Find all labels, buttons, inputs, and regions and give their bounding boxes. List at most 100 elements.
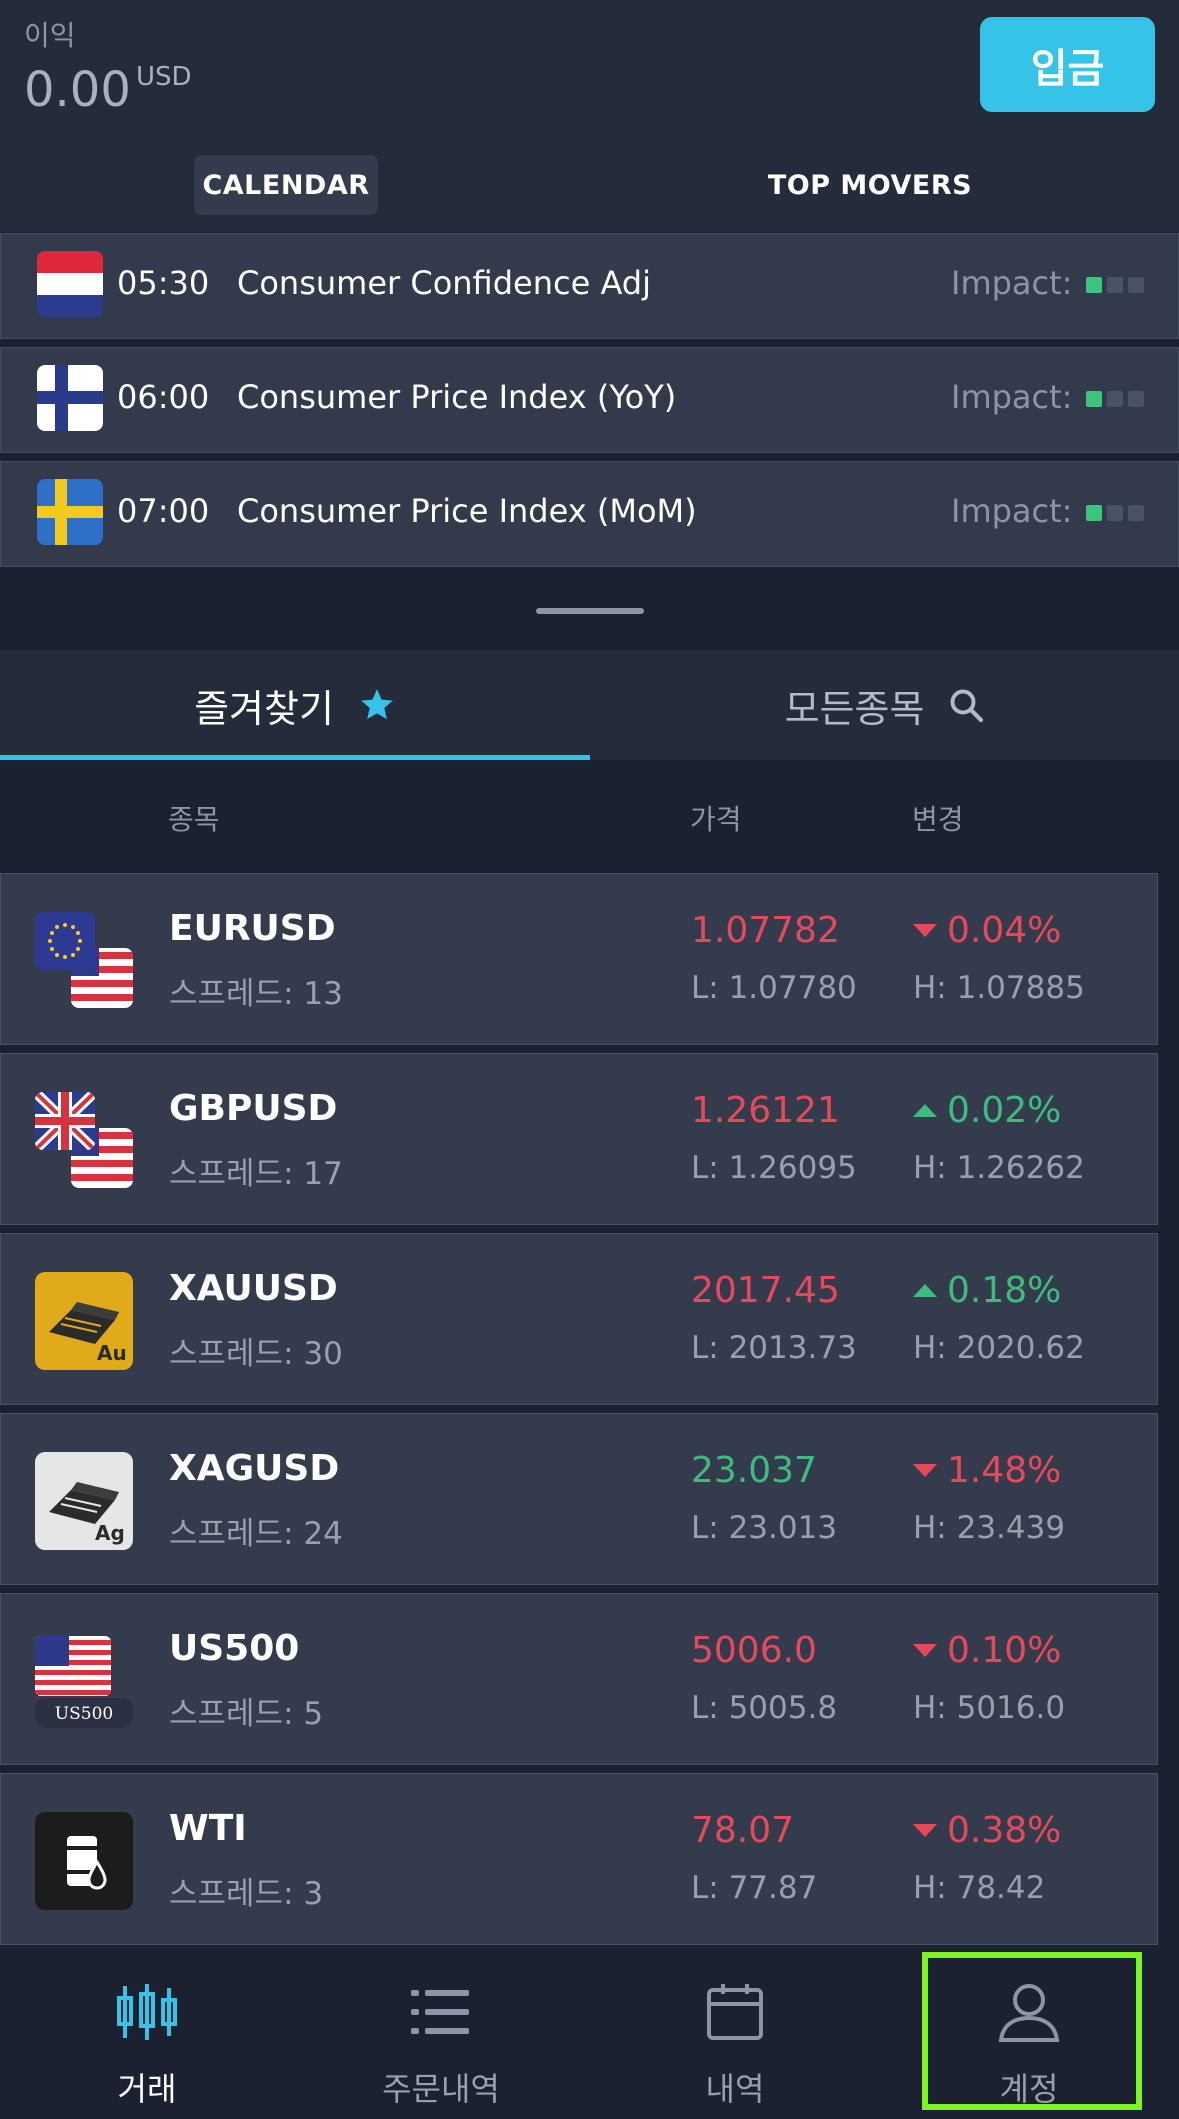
- instrument-change: 0.18%: [913, 1270, 1061, 1311]
- instrument-low: L: 1.26095: [691, 1150, 857, 1186]
- impact-label: Impact:: [951, 264, 1073, 302]
- instrument-high: H: 78.42: [913, 1870, 1046, 1906]
- impact-label: Impact:: [951, 378, 1073, 416]
- instrument-low: L: 77.87: [691, 1870, 818, 1906]
- impact-indicator: [1086, 505, 1144, 521]
- down-arrow-icon: [913, 924, 937, 937]
- instrument-low: L: 2013.73: [691, 1330, 857, 1366]
- instrument-high: H: 5016.0: [913, 1690, 1066, 1726]
- instrument-price: 5006.0: [691, 1630, 817, 1671]
- list-icon: [409, 1980, 473, 2044]
- instrument-row[interactable]: EURUSD 스프레드: 13 1.07782 L: 1.07780 0.04%…: [0, 873, 1158, 1045]
- nav-history[interactable]: 내역: [588, 1946, 882, 2119]
- silver-bar-icon: Ag: [35, 1452, 133, 1550]
- tab-top-movers[interactable]: TOP MOVERS: [760, 155, 980, 215]
- drag-handle[interactable]: [536, 608, 644, 614]
- instrument-price: 1.26121: [691, 1090, 840, 1131]
- instrument-symbol: US500: [169, 1628, 300, 1669]
- instrument-change: 0.38%: [913, 1810, 1061, 1851]
- profit-value: 0.00: [24, 62, 131, 118]
- nav-orders[interactable]: 주문내역: [294, 1946, 588, 2119]
- instrument-high: H: 1.07885: [913, 970, 1085, 1006]
- instrument-price: 2017.45: [691, 1270, 840, 1311]
- search-icon: [948, 687, 984, 723]
- instrument-low: L: 1.07780: [691, 970, 857, 1006]
- netherlands-flag-icon: [37, 251, 103, 317]
- finland-flag-icon: [37, 365, 103, 431]
- down-arrow-icon: [913, 1644, 937, 1657]
- instrument-row[interactable]: WTI 스프레드: 3 78.07 L: 77.87 0.38% H: 78.4…: [0, 1773, 1158, 1945]
- instrument-price: 1.07782: [691, 910, 840, 951]
- profit-currency: USD: [136, 62, 192, 92]
- impact-indicator: [1086, 391, 1144, 407]
- calendar-icon: [703, 1980, 767, 2044]
- gbp-usd-flag-icon: [35, 1092, 133, 1190]
- eur-usd-flag-icon: [35, 912, 133, 1010]
- column-price: 가격: [690, 803, 742, 836]
- instrument-row[interactable]: GBPUSD 스프레드: 17 1.26121 L: 1.26095 0.02%…: [0, 1053, 1158, 1225]
- instrument-symbol: EURUSD: [169, 908, 336, 949]
- instrument-row[interactable]: Ag XAGUSD 스프레드: 24 23.037 L: 23.013 1.48…: [0, 1413, 1158, 1585]
- nav-account-highlight: [922, 1952, 1142, 2110]
- nav-trade-label: 거래: [117, 2070, 177, 2108]
- oil-barrel-icon: [35, 1812, 133, 1910]
- tab-favorites[interactable]: 즐겨찾기: [0, 650, 590, 760]
- header: 이익 0.00 USD 입금: [0, 0, 1179, 150]
- instrument-low: L: 23.013: [691, 1510, 838, 1546]
- gold-bar-icon-text: Au: [97, 1341, 127, 1365]
- us500-icon-text: US500: [55, 1704, 113, 1724]
- calendar-event-row[interactable]: 07:00 Consumer Price Index (MoM) Impact:: [0, 461, 1179, 567]
- instrument-symbol: GBPUSD: [169, 1088, 338, 1129]
- instrument-change: 0.10%: [913, 1630, 1061, 1671]
- down-arrow-icon: [913, 1464, 937, 1477]
- instrument-change: 0.02%: [913, 1090, 1061, 1131]
- instrument-symbol: XAUUSD: [169, 1268, 338, 1309]
- candlestick-icon: [115, 1980, 179, 2044]
- gold-bar-icon: Au: [35, 1272, 133, 1370]
- instrument-spread: 스프레드: 30: [169, 1336, 343, 1372]
- calendar-event-row[interactable]: 05:30 Consumer Confidence Adj Impact:: [0, 233, 1179, 339]
- up-arrow-icon: [913, 1284, 937, 1297]
- deposit-button[interactable]: 입금: [980, 17, 1155, 112]
- up-arrow-icon: [913, 1104, 937, 1117]
- nav-trade[interactable]: 거래: [0, 1946, 294, 2119]
- instrument-change: 0.04%: [913, 910, 1061, 951]
- instrument-low: L: 5005.8: [691, 1690, 838, 1726]
- instrument-symbol: XAGUSD: [169, 1448, 340, 1489]
- instrument-spread: 스프레드: 17: [169, 1156, 343, 1192]
- event-name: Consumer Confidence Adj: [237, 264, 651, 302]
- calendar-tabs: CALENDAR TOP MOVERS: [0, 150, 1179, 232]
- event-time: 06:00: [117, 378, 210, 416]
- instrument-row[interactable]: Au XAUUSD 스프레드: 30 2017.45 L: 2013.73 0.…: [0, 1233, 1158, 1405]
- tab-favorites-label: 즐겨찾기: [194, 686, 334, 731]
- instrument-change: 1.48%: [913, 1450, 1061, 1491]
- instrument-price: 23.037: [691, 1450, 817, 1491]
- profit-label: 이익: [24, 19, 76, 52]
- event-time: 05:30: [117, 264, 210, 302]
- column-change: 변경: [912, 803, 964, 836]
- instrument-spread: 스프레드: 24: [169, 1516, 343, 1552]
- us500-index-icon: US500: [35, 1632, 133, 1730]
- sweden-flag-icon: [37, 479, 103, 545]
- instrument-spread: 스프레드: 3: [169, 1876, 324, 1912]
- instrument-row[interactable]: US500 US500 스프레드: 5 5006.0 L: 5005.8 0.1…: [0, 1593, 1158, 1765]
- instrument-spread: 스프레드: 13: [169, 976, 343, 1012]
- tab-all-symbols-label: 모든종목: [784, 686, 925, 731]
- silver-bar-icon-text: Ag: [95, 1521, 125, 1545]
- nav-orders-label: 주문내역: [382, 2070, 500, 2108]
- column-header: 종목 가격 변경: [0, 760, 1179, 870]
- nav-history-label: 내역: [705, 2070, 765, 2108]
- event-name: Consumer Price Index (YoY): [237, 378, 677, 416]
- impact-indicator: [1086, 277, 1144, 293]
- star-icon: [358, 686, 396, 724]
- calendar-event-row[interactable]: 06:00 Consumer Price Index (YoY) Impact:: [0, 347, 1179, 453]
- impact-label: Impact:: [951, 492, 1073, 530]
- instrument-symbol: WTI: [169, 1808, 247, 1849]
- event-time: 07:00: [117, 492, 210, 530]
- instrument-high: H: 1.26262: [913, 1150, 1085, 1186]
- column-symbol: 종목: [168, 803, 220, 836]
- tab-all-symbols[interactable]: 모든종목: [590, 650, 1179, 760]
- tab-calendar[interactable]: CALENDAR: [194, 155, 378, 215]
- event-name: Consumer Price Index (MoM): [237, 492, 697, 530]
- instrument-price: 78.07: [691, 1810, 795, 1851]
